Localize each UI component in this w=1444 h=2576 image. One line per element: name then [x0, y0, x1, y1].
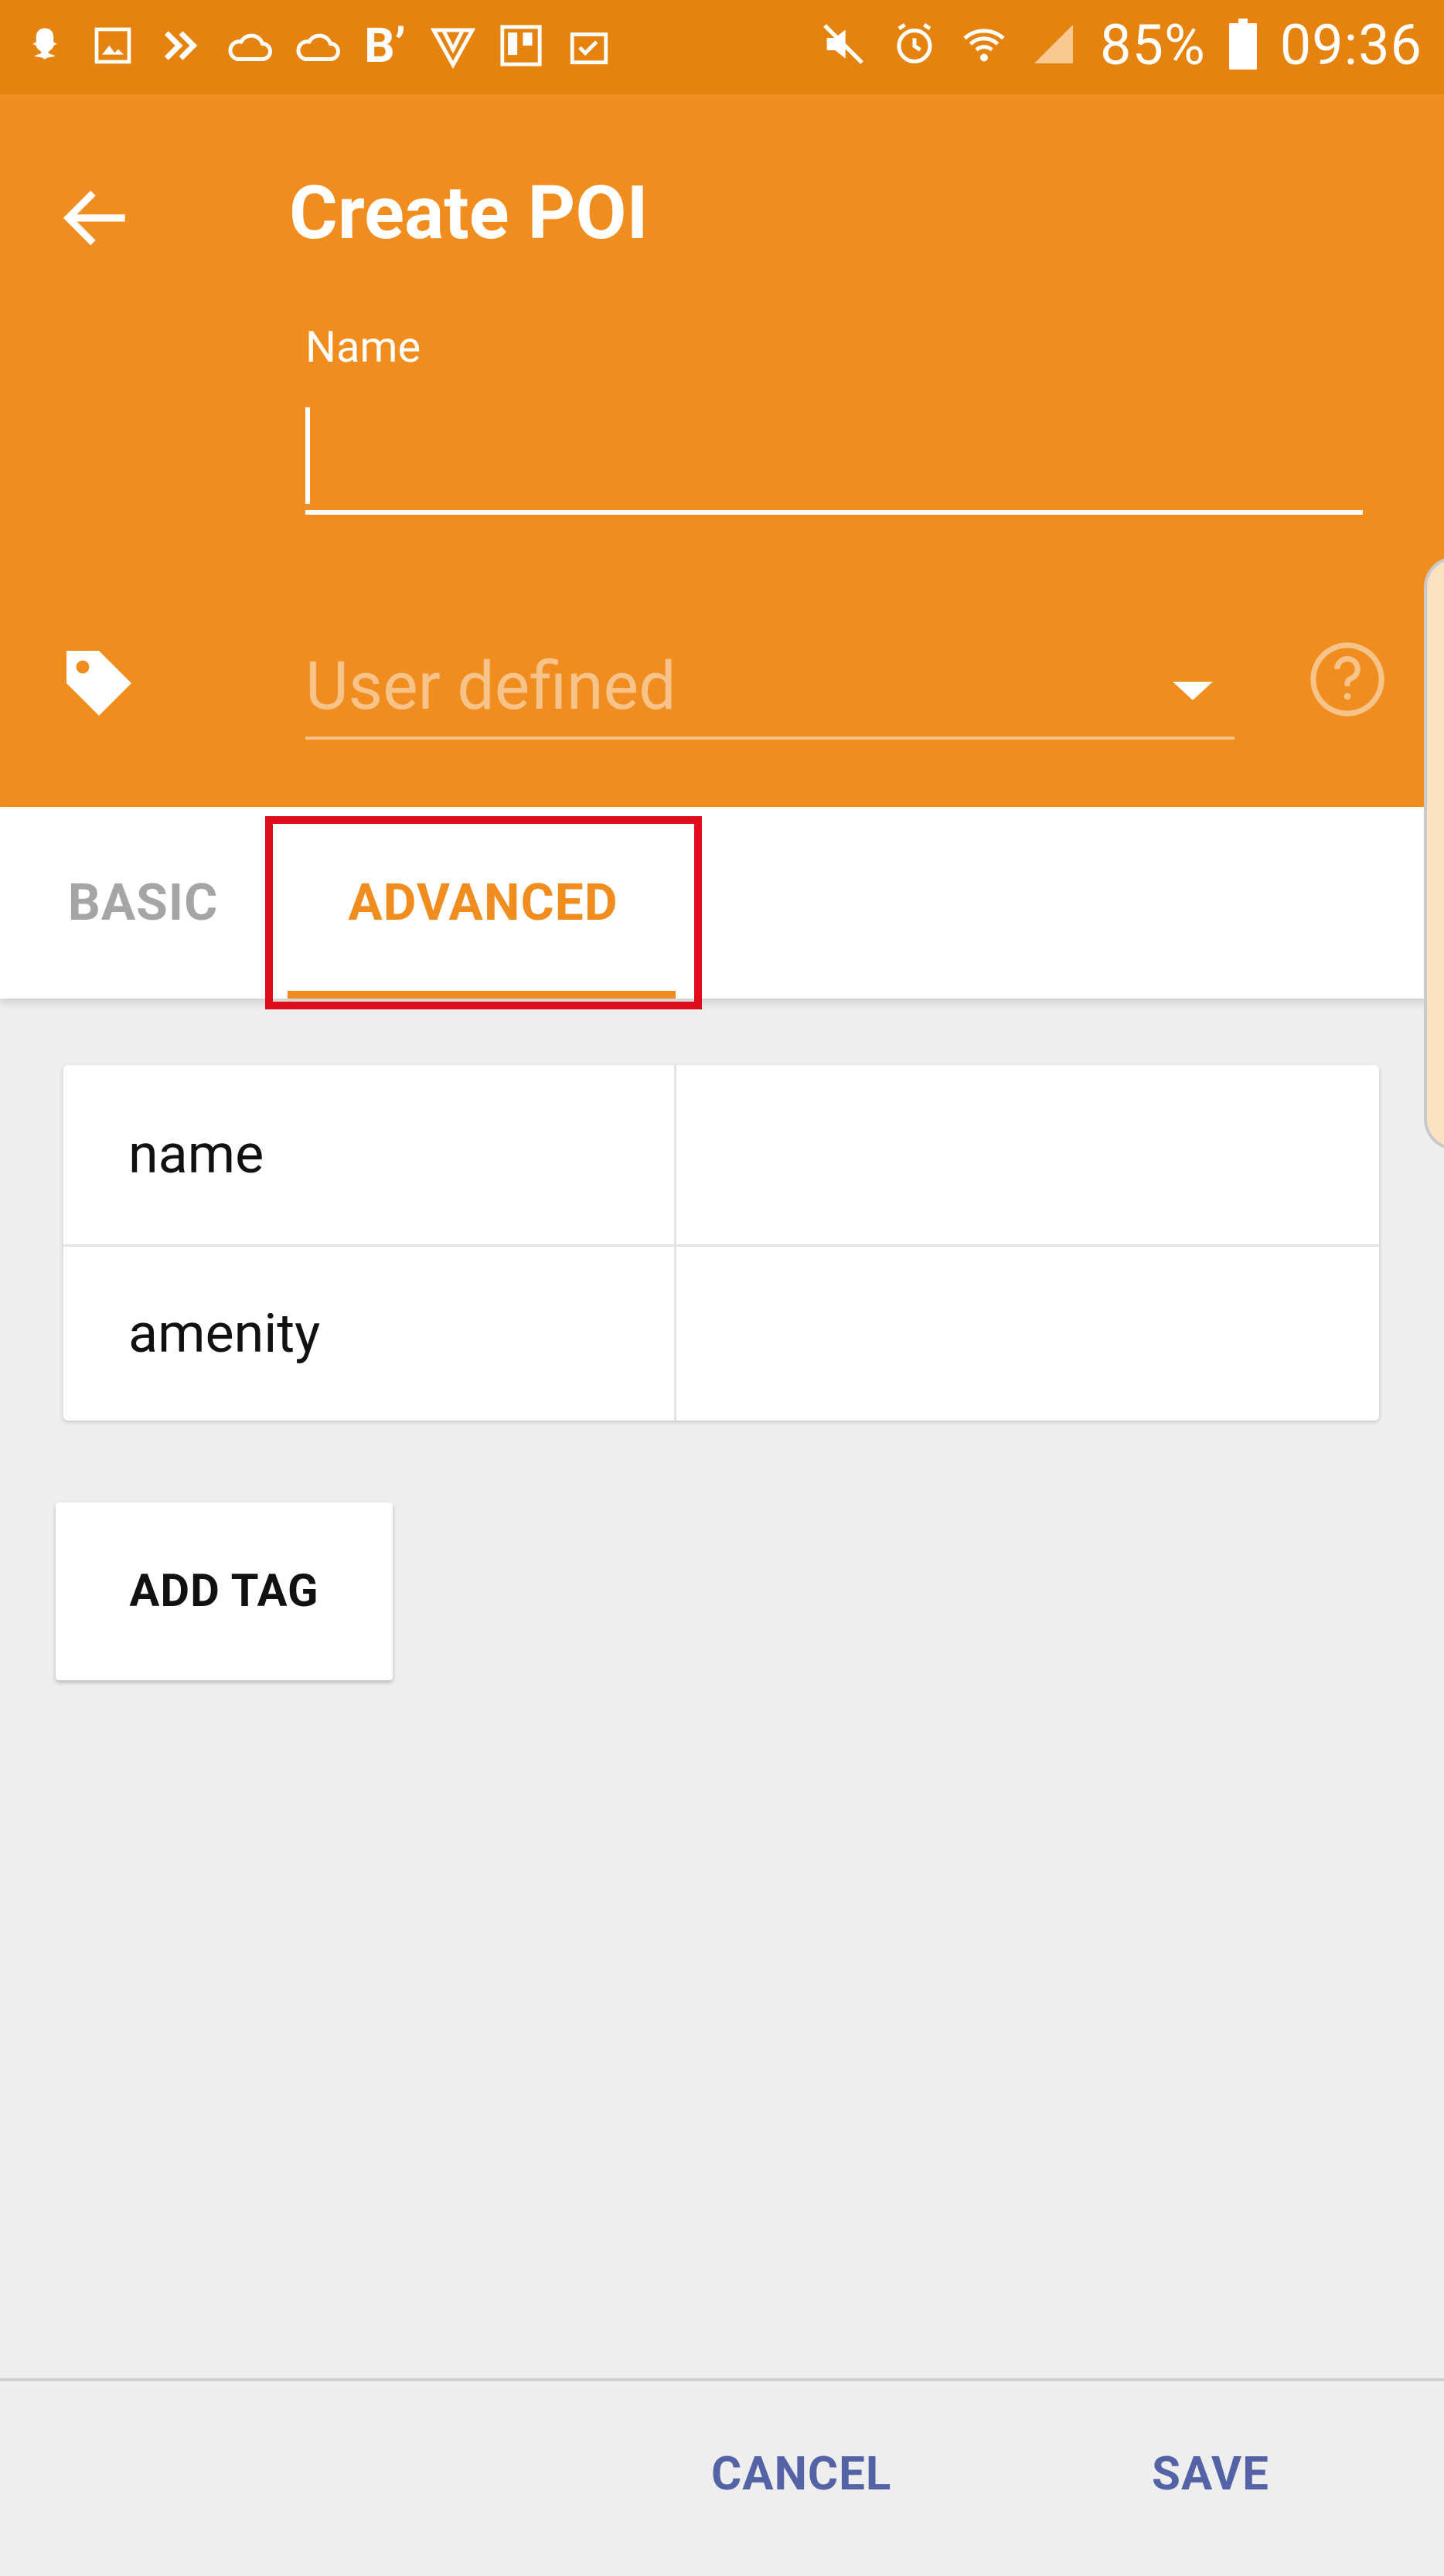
vpn-icon [430, 19, 476, 73]
tag-value[interactable] [674, 1065, 1379, 1244]
status-right: 85% 09:36 [819, 12, 1422, 78]
save-button[interactable]: SAVE [1152, 2446, 1269, 2501]
tag-value[interactable] [674, 1244, 1379, 1421]
add-tag-button[interactable]: ADD TAG [56, 1502, 393, 1680]
status-bar: B’ 85% 09:36 [0, 0, 1444, 94]
poi-type-select[interactable]: User defined [305, 635, 1235, 740]
b-icon: B’ [364, 17, 406, 74]
alarm-icon [891, 21, 938, 70]
cloud-icon [226, 19, 272, 73]
poi-type-value: User defined [305, 647, 676, 725]
table-row: amenity [63, 1244, 1379, 1421]
divider [0, 2378, 1444, 2381]
signal-icon [1030, 21, 1077, 70]
table-row: name [63, 1065, 1379, 1247]
tag-key[interactable]: amenity [128, 1244, 320, 1421]
clipboard-check-icon [566, 19, 612, 73]
battery-percent: 85% [1100, 12, 1206, 78]
edge-panel-handle[interactable] [1424, 556, 1444, 1150]
highlight-box [265, 816, 702, 1009]
tags-table: name amenity [63, 1065, 1379, 1421]
snapchat-icon [22, 19, 68, 73]
fast-forward-icon [158, 19, 204, 73]
tag-icon [56, 640, 142, 727]
text-caret [305, 407, 310, 504]
battery-icon [1228, 18, 1257, 73]
cloud-icon [294, 19, 340, 73]
image-icon [90, 19, 136, 73]
dropdown-arrow-icon [1173, 682, 1213, 700]
tab-basic[interactable]: BASIC [46, 807, 240, 999]
wifi-icon [961, 21, 1007, 70]
cancel-button[interactable]: CANCEL [711, 2446, 891, 2501]
tag-key[interactable]: name [128, 1065, 264, 1244]
trello-icon [498, 19, 544, 73]
status-left-icons: B’ [22, 17, 612, 74]
mute-icon [819, 19, 868, 72]
page-title: Create POI [289, 170, 649, 257]
tab-bar: BASIC ADVANCED [0, 807, 1444, 999]
back-arrow-icon [63, 190, 125, 246]
app-bar: Create POI Name User defined [0, 94, 1444, 807]
help-icon[interactable] [1306, 638, 1388, 720]
back-button[interactable] [54, 175, 139, 260]
name-label: Name [305, 322, 421, 373]
name-input[interactable] [305, 402, 1363, 515]
clock: 09:36 [1279, 12, 1422, 78]
